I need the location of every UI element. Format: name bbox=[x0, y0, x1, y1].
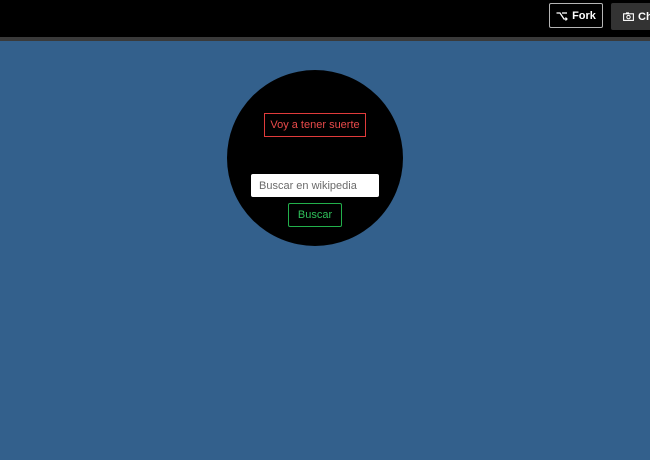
change-view-button[interactable]: Ch bbox=[611, 3, 650, 30]
change-view-label: Ch bbox=[638, 10, 650, 23]
fork-label: Fork bbox=[572, 9, 596, 22]
top-toolbar: Fork Ch bbox=[0, 0, 650, 41]
fork-icon bbox=[556, 11, 568, 21]
camera-icon bbox=[623, 12, 634, 21]
fork-button[interactable]: Fork bbox=[549, 3, 603, 28]
search-input[interactable] bbox=[251, 174, 379, 197]
feeling-lucky-button[interactable]: Voy a tener suerte bbox=[264, 113, 366, 137]
search-button[interactable]: Buscar bbox=[288, 203, 342, 227]
